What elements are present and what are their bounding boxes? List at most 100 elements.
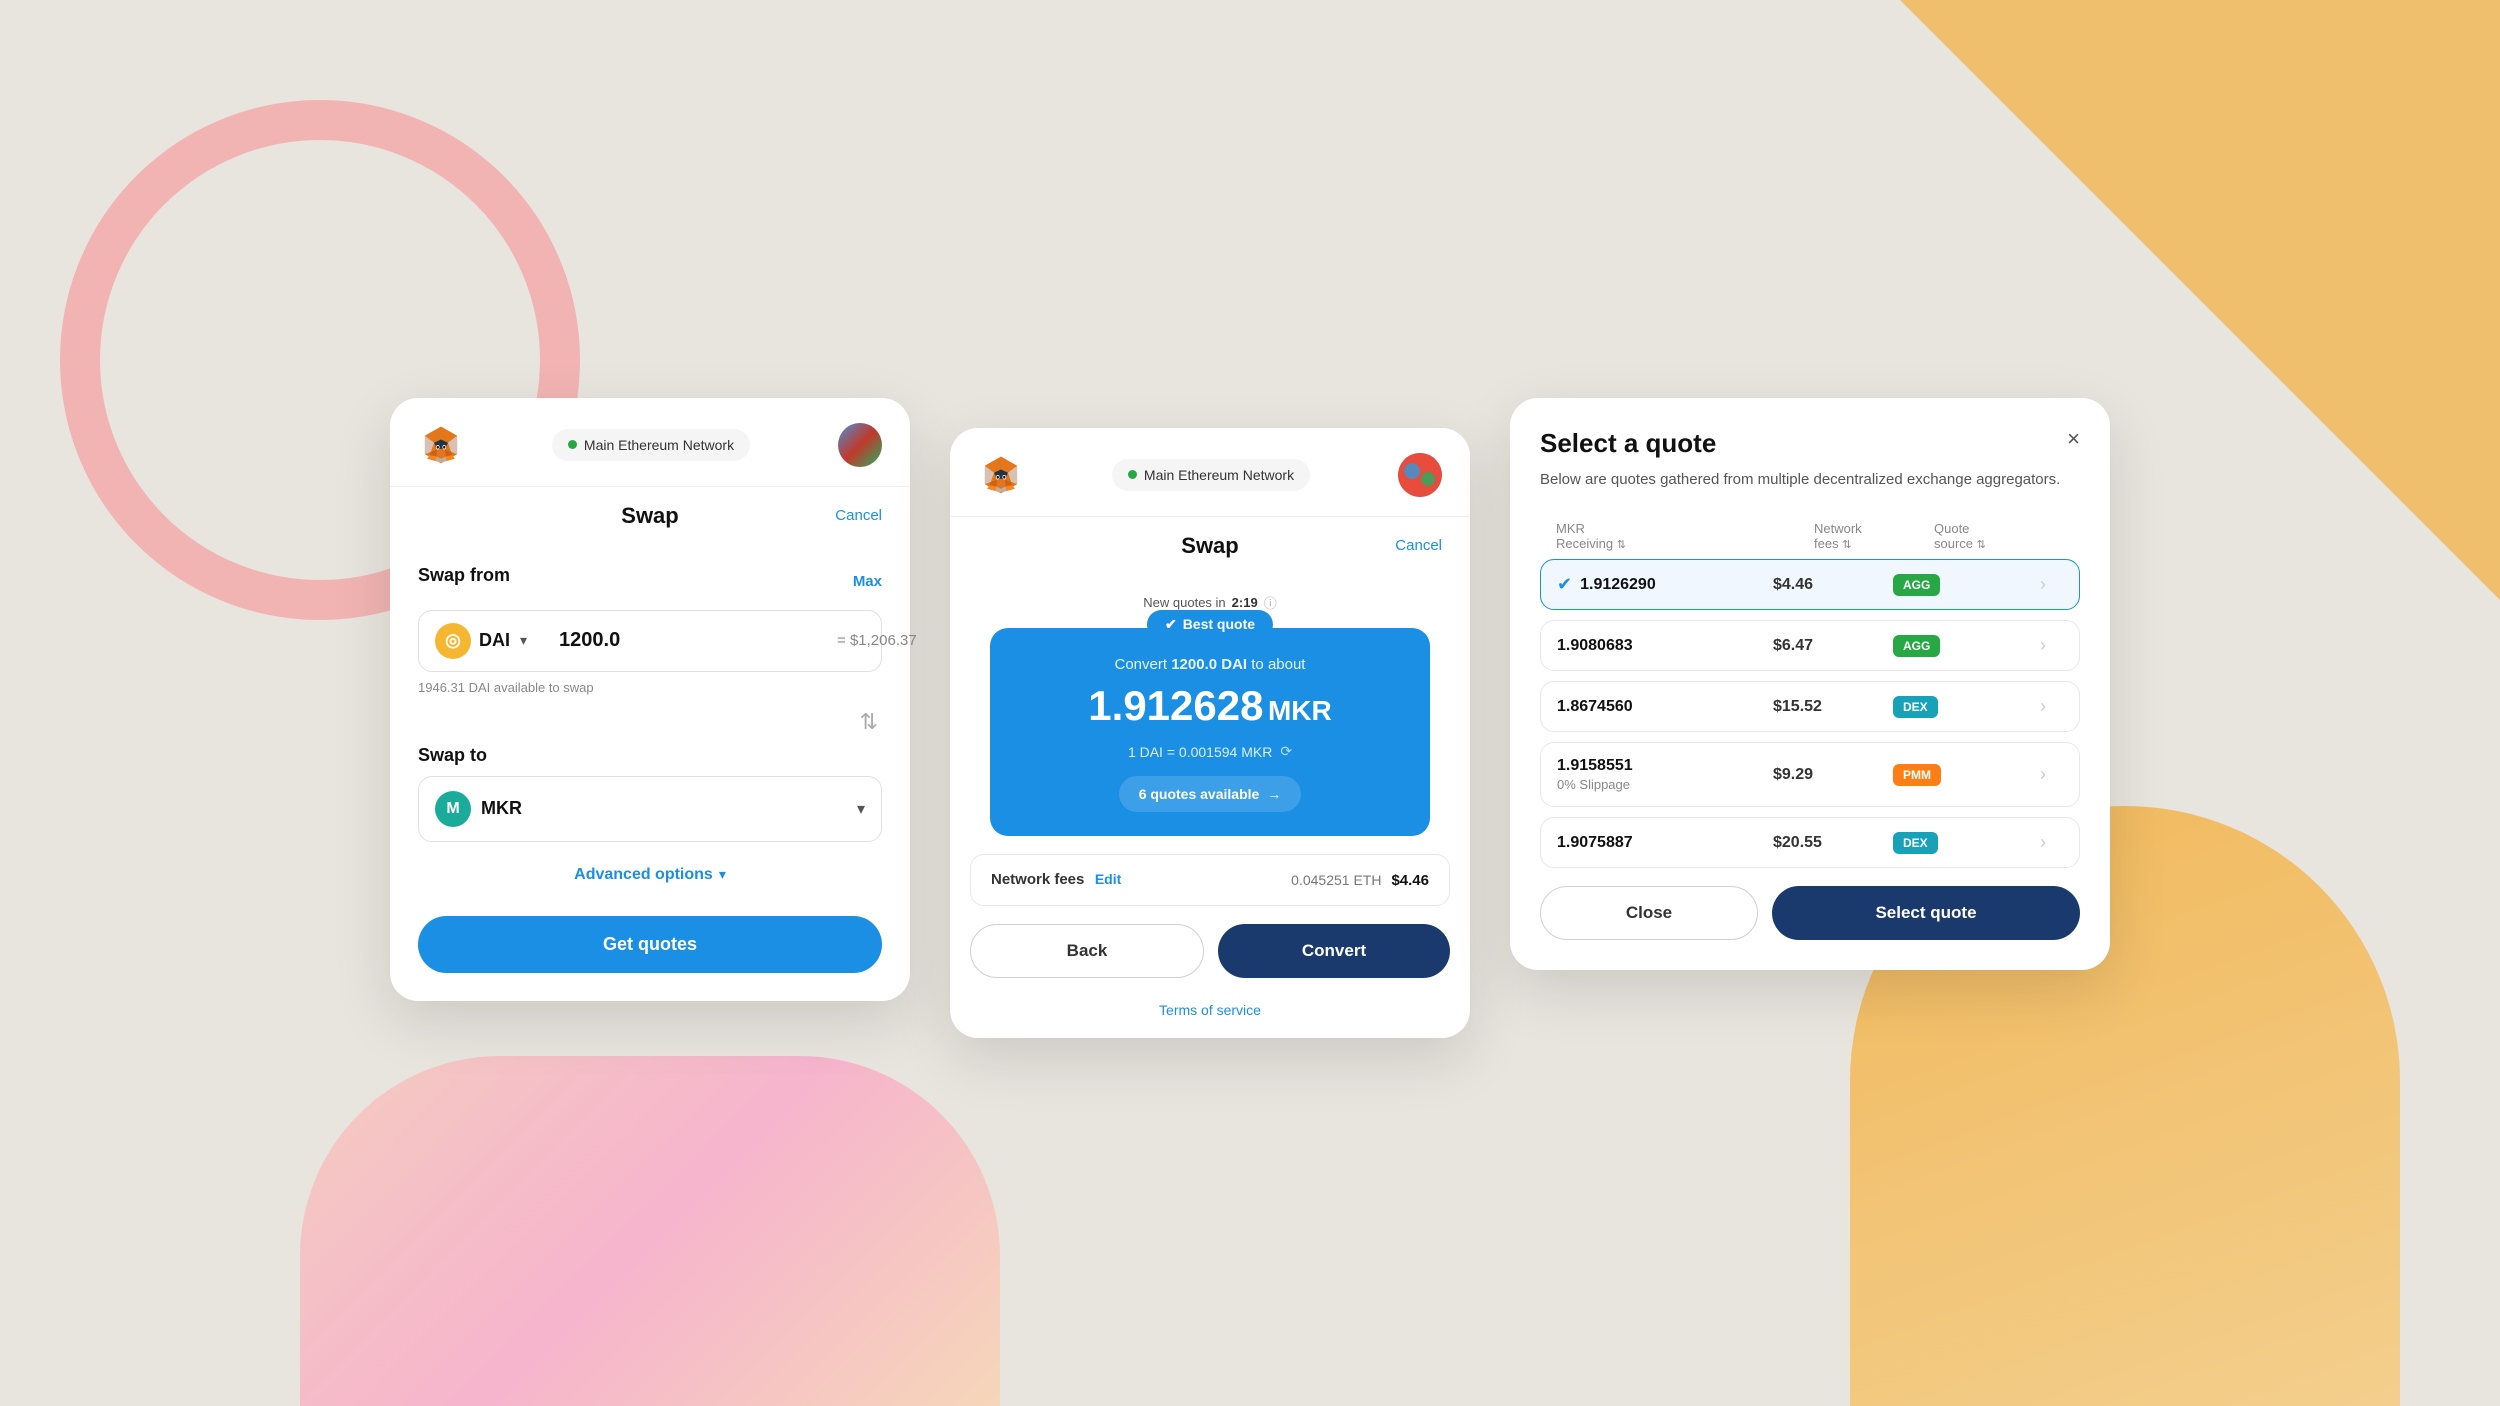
fees-usd-amount: $4.46 [1391,872,1429,889]
sort-receiving-icon[interactable]: ⇅ [1617,539,1626,551]
swap-card-2: Main Ethereum Network Swap Cancel New qu… [950,428,1470,1038]
card2-body: New quotes in 2:19 ⓘ ✔ Best quote Conver… [950,575,1470,1018]
quote-amount-cell: ✔ 1.9126290 [1557,574,1773,595]
quote-row-chevron-icon: › [2023,764,2063,785]
quote-row[interactable]: 1.8674560 $15.52 DEX › [1540,681,2080,732]
advanced-options-label: Advanced options [574,866,713,884]
quote-fee-value: $15.52 [1773,698,1893,716]
quote-row-chevron-icon: › [2023,696,2063,717]
quotes-available-label: 6 quotes available [1139,786,1260,802]
quote-row[interactable]: 1.9075887 $20.55 DEX › [1540,817,2080,868]
convert-button[interactable]: Convert [1218,924,1450,978]
convert-middle: to about [1251,656,1305,673]
card1-body: Swap from Max ◎ DAI ▾ = $1,206.37 1946.3… [390,545,910,1001]
arrow-right-icon: → [1267,786,1281,802]
quote-amount-value: 1.9126290 [1580,576,1656,594]
edit-fees-button[interactable]: Edit [1095,871,1121,887]
network-name-2: Main Ethereum Network [1144,467,1294,483]
selected-check-icon: ✔ [1557,574,1572,595]
quote-source-badge: AGG [1893,574,1940,596]
cards-container: Main Ethereum Network Swap Cancel Swap f… [390,398,2110,1038]
max-button[interactable]: Max [853,573,882,590]
avatar-1 [838,423,882,467]
mkr-token-icon: M [435,791,471,827]
swap-result-currency: MKR [1268,695,1332,726]
advanced-options-chevron-icon: ▾ [719,866,726,883]
amount-input[interactable] [559,629,827,652]
card2-header: Main Ethereum Network [950,428,1470,517]
swap-result-amount: 1.912628 [1088,682,1263,729]
col-fees-header: Networkfees ⇅ [1814,521,1934,551]
sort-fees-icon[interactable]: ⇅ [1842,539,1851,551]
fees-values: 0.045251 ETH $4.46 [1291,872,1429,889]
quote-fee-value: $6.47 [1773,637,1893,655]
quote-amount-value: 1.9080683 [1557,637,1633,655]
exchange-rate-text: 1 DAI = 0.001594 MKR [1128,744,1272,760]
swap-from-label: Swap from [418,565,510,586]
quote-row-chevron-icon: › [2023,832,2063,853]
quote-source-cell: DEX [1893,698,2023,716]
cancel-button-2[interactable]: Cancel [1395,537,1442,554]
big-amount-row: 1.912628 MKR [1014,683,1406,729]
select-quote-header: Select a quote × [1540,428,2080,459]
refresh-rate-icon[interactable]: ⟳ [1280,743,1292,760]
select-quote-description: Below are quotes gathered from multiple … [1540,469,2080,492]
quote-row[interactable]: ✔ 1.9126290 $4.46 AGG › [1540,559,2080,610]
network-fees-label: Network fees [991,871,1084,888]
dai-token-icon: ◎ [435,623,471,659]
quote-amount-value: 1.8674560 [1557,698,1633,716]
get-quotes-button[interactable]: Get quotes [418,916,882,973]
back-button[interactable]: Back [970,924,1204,978]
network-badge-1[interactable]: Main Ethereum Network [552,429,750,461]
quote-source-cell: AGG [1893,576,2023,594]
quotes-list: ✔ 1.9126290 $4.46 AGG › 1.9080683 $6.47 [1540,559,2080,868]
close-modal-button[interactable]: × [2067,428,2080,450]
quote-source-cell: AGG [1893,637,2023,655]
terms-of-service-link[interactable]: Terms of service [950,1002,1470,1018]
close-button[interactable]: Close [1540,886,1758,940]
best-quote-box: Convert 1200.0 DAI to about 1.912628 MKR… [990,628,1430,836]
select-quote-actions: Close Select quote [1540,886,2080,940]
quote-fee-value: $20.55 [1773,834,1893,852]
convert-amount: 1200.0 DAI [1171,656,1247,673]
network-name-1: Main Ethereum Network [584,437,734,453]
network-badge-2[interactable]: Main Ethereum Network [1112,459,1310,491]
token-from-name: DAI [479,630,510,651]
quote-source-badge: DEX [1893,696,1938,718]
quote-amount-cell: 1.8674560 [1557,698,1773,716]
token-to-name: MKR [481,798,847,819]
network-status-dot-2 [1128,470,1137,479]
swap-to-label: Swap to [418,745,882,766]
metamask-logo-1 [418,422,464,468]
available-balance: 1946.31 DAI available to swap [418,680,882,695]
checkmark-icon: ✔ [1165,616,1177,633]
quote-amount-value: 1.9075887 [1557,834,1633,852]
col-source-header: Quotesource ⇅ [1934,521,2064,551]
quote-fee-value: $9.29 [1773,766,1893,784]
token-to-selector[interactable]: M MKR ▾ [418,776,882,842]
quote-fee-value: $4.46 [1773,576,1893,594]
avatar-2 [1398,453,1442,497]
swap-input-container: ◎ DAI ▾ = $1,206.37 [418,610,882,672]
quote-row-chevron-icon: › [2023,574,2063,595]
col-receiving-header: MKRReceiving ⇅ [1556,521,1814,551]
select-quote-button[interactable]: Select quote [1772,886,2080,940]
fees-eth-amount: 0.045251 ETH [1291,872,1381,888]
quote-source-badge: DEX [1893,832,1938,854]
quote-source-cell: DEX [1893,834,2023,852]
quote-slippage: 0% Slippage [1557,777,1633,792]
sort-source-icon[interactable]: ⇅ [1977,539,1986,551]
advanced-options-row[interactable]: Advanced options ▾ [418,866,882,884]
best-quote-badge: ✔ Best quote [1147,610,1273,639]
swap-arrows-icon[interactable]: ⇅ [860,709,878,735]
card1-header: Main Ethereum Network [390,398,910,487]
quote-row[interactable]: 1.9158551 0% Slippage $9.29 PMM › [1540,742,2080,807]
quote-row[interactable]: 1.9080683 $6.47 AGG › [1540,620,2080,671]
exchange-rate-row: 1 DAI = 0.001594 MKR ⟳ [1014,743,1406,760]
token-from-selector[interactable]: ◎ DAI ▾ [435,623,527,659]
bg-pink-shape [300,1056,1000,1406]
cancel-button-1[interactable]: Cancel [835,507,882,524]
quote-amount-cell: 1.9080683 [1557,637,1773,655]
quotes-available-button[interactable]: 6 quotes available → [1119,776,1302,812]
token-chevron-icon: ▾ [520,632,527,649]
